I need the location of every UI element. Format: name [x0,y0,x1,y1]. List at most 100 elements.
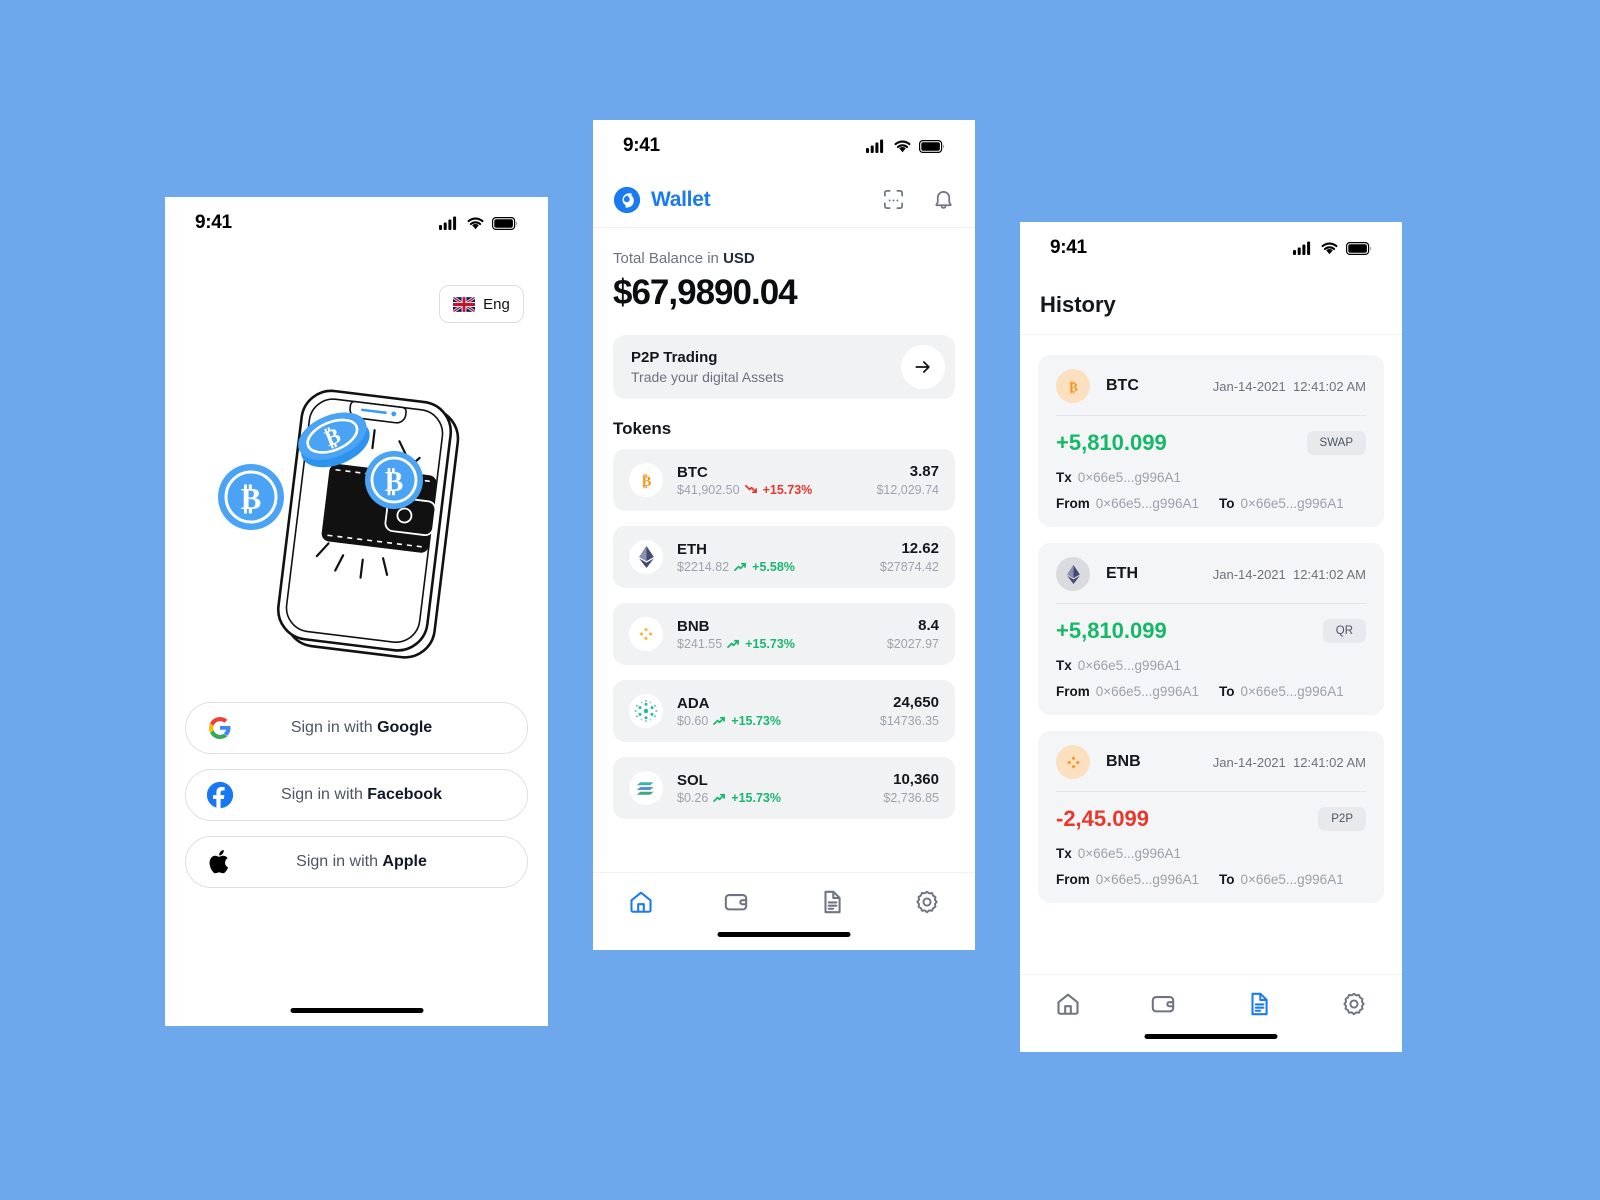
page-title: History [1020,274,1402,335]
divider [1056,603,1366,604]
token-row[interactable]: ETH $2214.82 +5.58% 12.62 $27874.42 [613,526,955,588]
sign-in-apple-button[interactable]: Sign in with Apple [185,836,528,888]
wallet-screen: 9:41 Wallet Total Balance in USD $67,989… [593,120,975,950]
token-row[interactable]: ₿ BTC $41,902.50 +15.73% 3.87 $12,029.74 [613,449,955,511]
transaction-datetime: Jan-14-2021 12:41:02 AM [1212,378,1366,394]
sign-in-apple-label: Sign in with Apple [296,853,427,870]
transaction-from: From 0×66e5...g996A1 [1056,496,1199,511]
transaction-symbol: ETH [1106,565,1138,582]
wifi-icon [1321,242,1338,255]
transaction-amount: +5,810.099 [1056,430,1167,455]
wifi-icon [894,140,911,153]
token-value: $12,029.74 [876,483,939,497]
battery-icon [492,216,518,230]
token-info: BTC $41,902.50 +15.73% [677,464,876,497]
tab-wallet[interactable] [1116,991,1212,1017]
trend-up-icon [734,562,747,572]
tx-label: Tx [1056,470,1072,485]
token-info: ETH $2214.82 +5.58% [677,541,880,574]
p2p-trading-card[interactable]: P2P Trading Trade your digital Assets [613,335,955,399]
token-row[interactable]: BNB $241.55 +15.73% 8.4 $2027.97 [613,603,955,665]
tab-home[interactable] [1020,991,1116,1017]
token-price: $0.26 [677,790,709,805]
token-value: $2027.97 [886,637,939,651]
p2p-arrow-button[interactable] [901,345,945,389]
tab-settings[interactable] [1307,991,1403,1017]
sign-in-facebook-button[interactable]: Sign in with Facebook [185,769,528,821]
transaction-from-to: From 0×66e5...g996A1 To 0×66e5...g996A1 [1056,684,1366,699]
facebook-icon [206,781,234,809]
tab-documents[interactable] [1211,991,1307,1017]
token-row[interactable]: SOL $0.26 +15.73% 10,360 $2,736.85 [613,757,955,819]
tab-documents[interactable] [784,889,880,915]
bnb-icon [629,617,663,651]
balance-label: Total Balance in USD [613,250,755,267]
p2p-title: P2P Trading [631,349,718,366]
cellular-icon [866,139,884,153]
transaction-card[interactable]: ₿ BTC Jan-14-2021 12:41:02 AM +5,810.099… [1038,355,1384,527]
trend-up-icon [713,716,726,726]
wifi-icon [467,217,484,230]
wallet-logo-icon [613,186,641,213]
transaction-header: ETH Jan-14-2021 12:41:02 AM [1056,557,1366,603]
home-icon [630,891,652,913]
status-icons [866,139,945,153]
transaction-from-to: From 0×66e5...g996A1 To 0×66e5...g996A1 [1056,496,1366,511]
cellular-icon [439,216,457,230]
token-row[interactable]: ADA $0.60 +15.73% 24,650 $14736.35 [613,680,955,742]
transaction-card[interactable]: ETH Jan-14-2021 12:41:02 AM +5,810.099 Q… [1038,543,1384,715]
token-list: ₿ BTC $41,902.50 +15.73% 3.87 $12,029.74… [593,449,975,819]
status-bar: 9:41 [593,120,975,172]
auth-button-group: Sign in with Google Sign in with Faceboo… [185,702,528,903]
language-label: Eng [483,295,510,313]
bell-icon[interactable] [932,188,955,211]
document-icon [824,890,841,914]
tx-label: Tx [1056,658,1072,673]
trend-up-icon [713,793,726,803]
transaction-card[interactable]: BNB Jan-14-2021 12:41:02 AM -2,45.099 P2… [1038,731,1384,903]
wallet-icon [725,894,748,911]
scan-icon[interactable] [882,188,905,211]
brand: Wallet [613,186,711,214]
login-screen: 9:41 Eng ₿ ₿ ₿ Sign in with Google Sign … [165,197,548,1026]
from-label: From [1056,496,1090,511]
apple-icon [206,848,234,876]
home-indicator [290,1008,423,1013]
svg-text:₿: ₿ [241,481,262,516]
transaction-to: To 0×66e5...g996A1 [1219,496,1344,511]
to-address: 0×66e5...g996A1 [1240,872,1344,887]
token-info: ADA $0.60 +15.73% [677,695,880,728]
screenshot-canvas: 9:41 Eng ₿ ₿ ₿ Sign in with Google Sign … [0,0,1600,1200]
home-indicator [1144,1034,1278,1039]
token-holdings: 12.62 $27874.42 [880,540,939,574]
btc-icon: ₿ [629,463,663,497]
ada-icon [629,694,663,728]
sign-in-google-button[interactable]: Sign in with Google [185,702,528,754]
transaction-to: To 0×66e5...g996A1 [1219,684,1344,699]
wallet-icon [1152,996,1175,1013]
document-icon [1251,992,1268,1016]
transaction-list[interactable]: ₿ BTC Jan-14-2021 12:41:02 AM +5,810.099… [1020,335,1402,1045]
tx-hash: 0×66e5...g996A1 [1077,658,1181,673]
svg-text:₿: ₿ [641,473,651,489]
token-symbol: SOL [677,771,708,789]
transaction-symbol: BTC [1106,377,1139,394]
token-symbol: ETH [677,540,707,558]
tab-wallet[interactable] [689,889,785,915]
tab-settings[interactable] [880,889,976,915]
token-change: +15.73% [731,790,781,805]
token-price-row: $41,902.50 +15.73% [677,483,876,497]
token-price: $41,902.50 [677,482,740,497]
arrow-right-icon [915,361,930,373]
token-change: +15.73% [731,713,781,728]
token-change: +15.73% [762,482,813,497]
transaction-to: To 0×66e5...g996A1 [1219,872,1344,887]
tab-home[interactable] [593,889,689,915]
google-icon [206,714,234,742]
bottom-tab-bar [593,872,975,950]
sign-in-facebook-label: Sign in with Facebook [281,786,442,803]
trend-up-icon [727,639,740,649]
transaction-amount-row: +5,810.099 QR [1056,618,1366,644]
language-selector[interactable]: Eng [439,285,524,323]
token-holdings: 3.87 $12,029.74 [876,463,939,497]
